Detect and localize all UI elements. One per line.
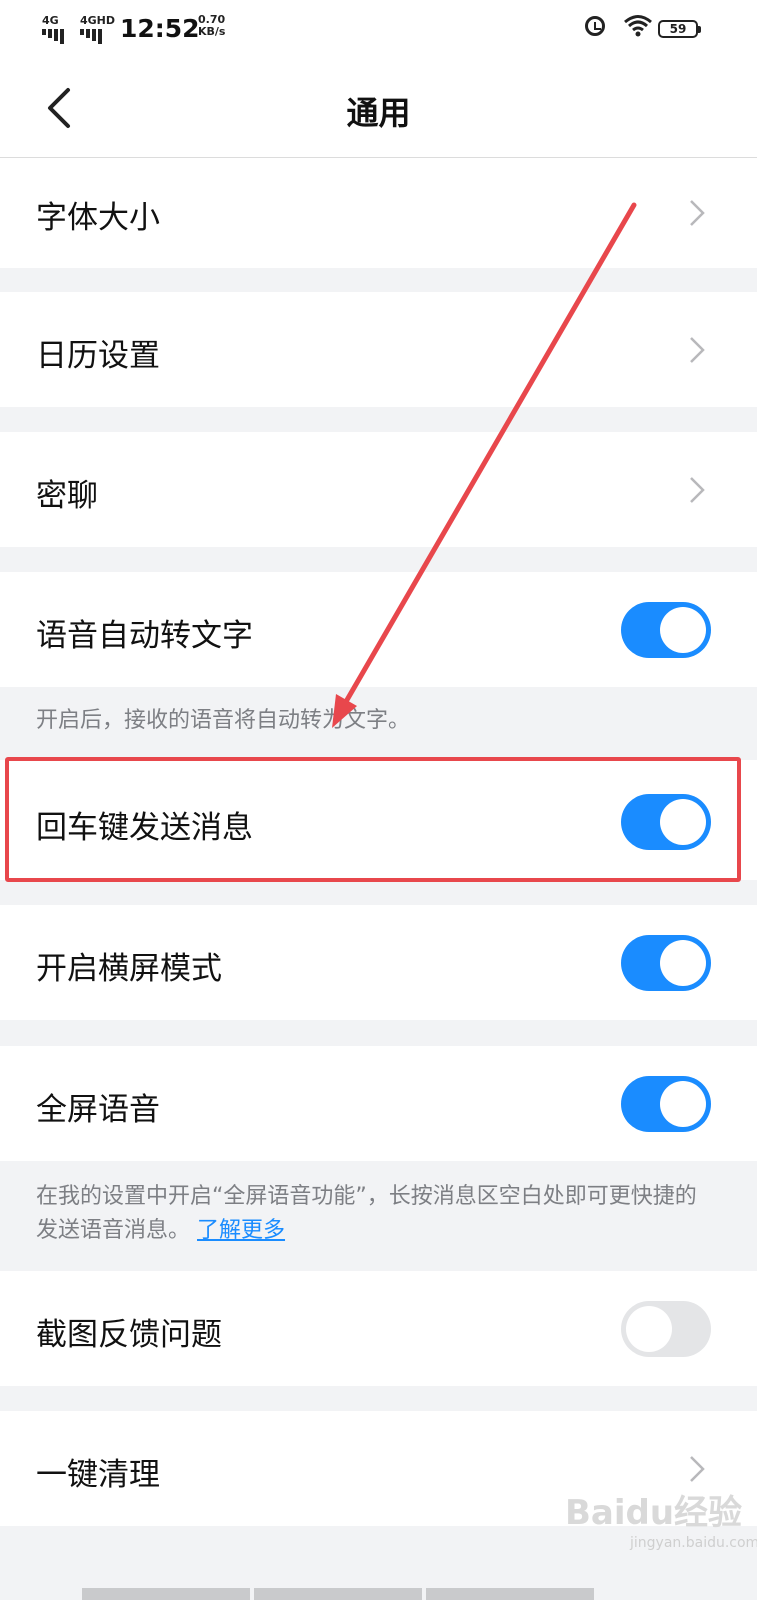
setting-screenshot-feedback: 截图反馈问题 <box>0 1271 757 1386</box>
fullscreen-voice-note: 在我的设置中开启“全屏语音功能”，长按消息区空白处即可更快捷的发送语音消息。 了… <box>36 1180 717 1248</box>
setting-label: 截图反馈问题 <box>36 1317 222 1353</box>
page-title: 通用 <box>346 94 411 132</box>
network-speed: 0.70 KB/s <box>198 14 225 38</box>
chevron-right-icon <box>690 200 705 226</box>
setting-label: 日历设置 <box>36 338 160 374</box>
setting-label: 开启横屏模式 <box>36 951 222 987</box>
voice-to-text-note: 开启后，接收的语音将自动转为文字。 <box>36 708 411 733</box>
speed-unit: KB/s <box>198 25 226 38</box>
signal-icon: 4G <box>42 14 64 44</box>
watermark-url: jingyan.baidu.com <box>630 1535 757 1551</box>
chevron-right-icon <box>690 477 705 503</box>
fullscreen-voice-note-text: 在我的设置中开启“全屏语音功能”，长按消息区空白处即可更快捷的发送语音消息。 <box>36 1184 697 1243</box>
signal-label-1: 4G <box>42 14 59 27</box>
setting-secret-chat[interactable]: 密聊 <box>0 432 757 547</box>
status-bar: 4G 4GHD 12:52 0.70 KB/s 59 <box>0 0 757 58</box>
fullscreen-voice-toggle[interactable] <box>621 1076 711 1132</box>
setting-label: 字体大小 <box>36 200 160 236</box>
setting-label: 语音自动转文字 <box>36 618 253 654</box>
setting-landscape: 开启横屏模式 <box>0 905 757 1020</box>
bottom-nav-hint <box>82 1588 594 1600</box>
setting-label: 全屏语音 <box>36 1092 160 1128</box>
screenshot-feedback-toggle[interactable] <box>621 1301 711 1357</box>
setting-label: 密聊 <box>36 478 98 514</box>
learn-more-link[interactable]: 了解更多 <box>197 1218 285 1243</box>
clock: 12:52 <box>120 14 200 43</box>
signal-icon-2: 4GHD <box>80 14 115 44</box>
alarm-icon <box>585 16 605 36</box>
setting-calendar[interactable]: 日历设置 <box>0 292 757 407</box>
battery-icon: 59 <box>658 20 701 38</box>
landscape-toggle[interactable] <box>621 935 711 991</box>
setting-voice-to-text: 语音自动转文字 <box>0 572 757 687</box>
nav-bar: 通用 <box>0 58 757 158</box>
watermark-logo: Baidu经验 <box>565 1493 743 1533</box>
setting-fullscreen-voice: 全屏语音 <box>0 1046 757 1161</box>
wifi-icon <box>624 15 652 37</box>
signal-label-2: 4GHD <box>80 14 116 27</box>
setting-label: 一键清理 <box>36 1457 160 1493</box>
chevron-right-icon <box>690 337 705 363</box>
chevron-right-icon <box>690 1456 705 1482</box>
setting-font-size[interactable]: 字体大小 <box>0 158 757 268</box>
highlight-box <box>5 757 741 882</box>
voice-to-text-toggle[interactable] <box>621 602 711 658</box>
